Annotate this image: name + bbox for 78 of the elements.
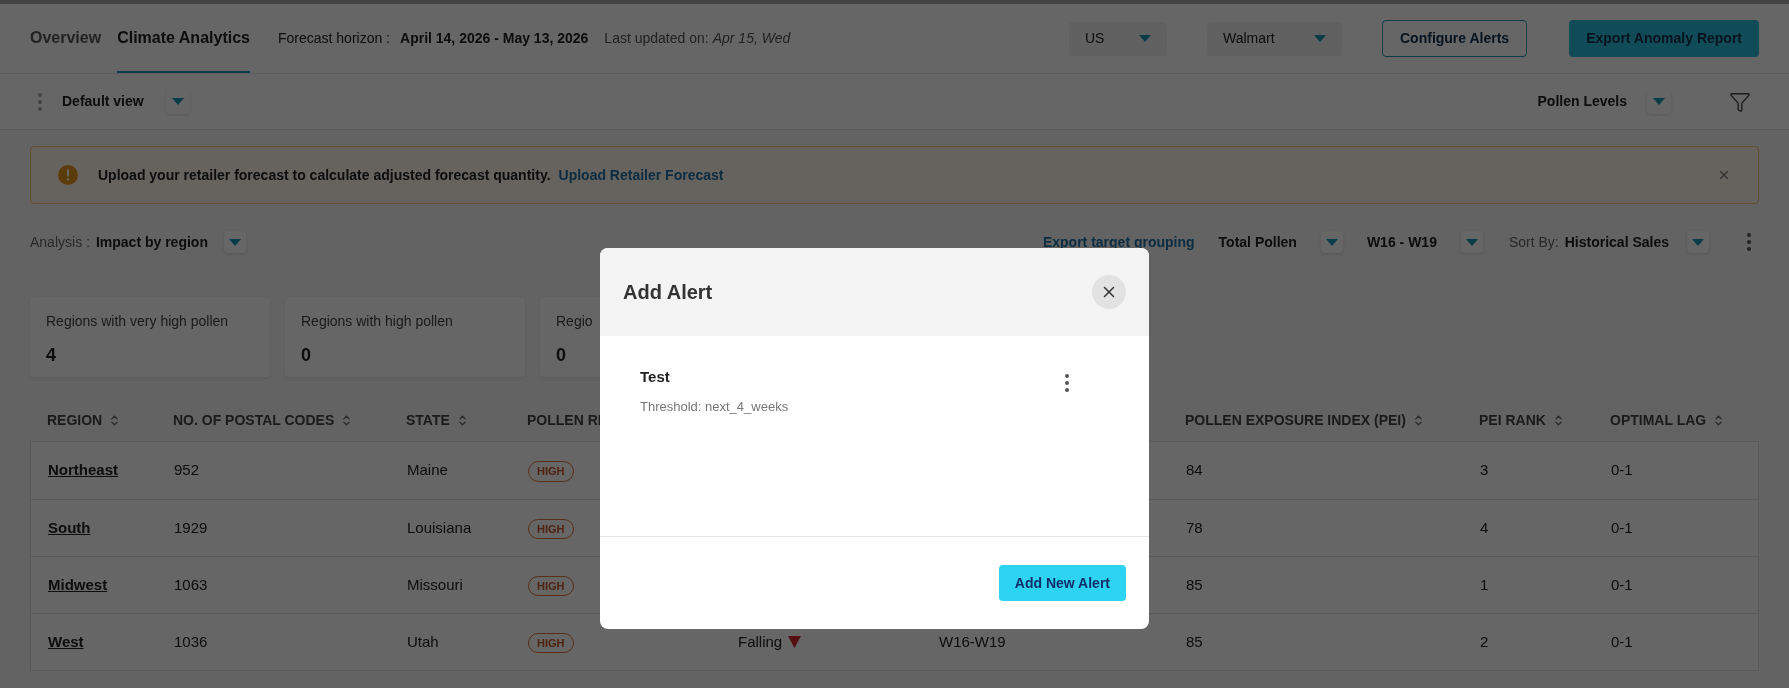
region-link[interactable]: Northeast xyxy=(48,459,174,482)
column-header: POLLEN EXPOSURE INDEX (PEI) xyxy=(1185,410,1406,430)
sort-label: Sort By: xyxy=(1508,232,1559,252)
table-cell-text: 1 xyxy=(1480,574,1490,595)
table-cell-text: 85 xyxy=(1186,574,1204,595)
banner-message: Upload your retailer forecast to calculate adjusted forecast quantity. xyxy=(98,165,551,185)
dropdown-caret[interactable] xyxy=(1647,89,1671,114)
alert-menu-icon[interactable] xyxy=(1065,374,1069,392)
table-cell-text: 1929 xyxy=(174,517,209,538)
table-cell-text: 4 xyxy=(1480,517,1490,538)
filter-dropdown[interactable]: Total Pollen xyxy=(1218,231,1297,253)
dropdown-caret[interactable] xyxy=(165,89,190,114)
alert-name: Test xyxy=(640,367,671,387)
dropdown-value: Walmart xyxy=(1223,29,1275,48)
forecast-range: April 14, 2026 - May 13, 2026 xyxy=(400,29,589,48)
drag-handle-icon[interactable] xyxy=(38,92,42,111)
dropdown-caret[interactable] xyxy=(1687,231,1709,253)
card-label: Regions with very high pollen xyxy=(46,312,229,331)
table-cell: W16-W19 xyxy=(939,632,1006,650)
table-cell-text: Maine xyxy=(407,460,449,481)
card-value: 4 xyxy=(46,344,57,367)
card-value: 0 xyxy=(301,344,312,367)
region-link[interactable]: West xyxy=(48,630,174,654)
card-label: Regions with high pollen xyxy=(301,312,453,331)
warning-icon xyxy=(58,165,78,185)
dropdown-caret[interactable] xyxy=(1460,231,1483,253)
table-cell-text: 1036 xyxy=(174,631,209,652)
card-label: Regio xyxy=(556,312,593,331)
export-report-button[interactable]: Export Anomaly Report xyxy=(1569,20,1759,57)
close-icon[interactable] xyxy=(1717,168,1731,182)
column-header: NO. OF POSTAL CODES xyxy=(173,410,335,430)
caret-icon xyxy=(1314,35,1326,42)
table-cell-text: 0-1 xyxy=(1611,574,1634,595)
upload-forecast-link[interactable]: Upload Retailer Forecast xyxy=(558,164,724,186)
add-new-alert-button[interactable]: Add New Alert xyxy=(998,565,1126,601)
column-header: STATE xyxy=(406,410,450,430)
table-cell-text: Missouri xyxy=(407,574,464,595)
table-cell-text: 3 xyxy=(1480,460,1490,481)
sort-value[interactable]: Historical Sales xyxy=(1564,231,1669,253)
dropdown-value: US xyxy=(1085,29,1105,48)
column-header: PEI RANK xyxy=(1479,410,1546,430)
column-header: REGION xyxy=(47,410,103,430)
more-options-icon[interactable] xyxy=(1747,233,1751,251)
analysis-value[interactable]: Impact by region xyxy=(95,231,208,253)
header-dropdown[interactable]: Walmart xyxy=(1207,21,1342,56)
alert-threshold: Threshold: next_4_weeks xyxy=(640,397,789,416)
last-updated-date: Apr 15, Wed xyxy=(712,29,791,48)
layer-selector[interactable]: Pollen Levels xyxy=(1537,91,1627,112)
table-cell-text: 952 xyxy=(174,460,201,481)
table-cell-text: 0-1 xyxy=(1611,517,1634,538)
region-link[interactable]: South xyxy=(48,516,174,540)
table-cell-text: Utah xyxy=(407,631,440,652)
table-cell-text: 84 xyxy=(1186,460,1204,481)
forecast-label: Forecast horizon : xyxy=(277,29,390,48)
header-dropdown[interactable]: US xyxy=(1069,21,1167,56)
region-link[interactable]: Midwest xyxy=(48,573,174,597)
table-cell-text: 0-1 xyxy=(1611,460,1634,481)
table-cell-text: 85 xyxy=(1186,631,1204,652)
trend-text: Falling xyxy=(738,631,783,652)
filter-icon[interactable] xyxy=(1729,90,1751,113)
close-button[interactable] xyxy=(1092,275,1126,309)
filter-dropdown[interactable]: W16 - W19 xyxy=(1366,231,1437,253)
caret-icon xyxy=(1139,35,1151,42)
table-cell-text: 1063 xyxy=(174,574,209,595)
table-cell-text: 78 xyxy=(1186,517,1204,538)
configure-alerts-button[interactable]: Configure Alerts xyxy=(1382,20,1528,57)
tab[interactable]: Overview xyxy=(30,4,102,73)
dropdown-caret[interactable] xyxy=(1320,231,1343,253)
dialog-title: Add Alert xyxy=(623,280,713,305)
dropdown-caret[interactable] xyxy=(223,231,246,253)
table-cell-text: Louisiana xyxy=(407,517,473,538)
last-updated-label: Last updated on: xyxy=(604,29,709,48)
table-cell-text: 2 xyxy=(1480,631,1490,652)
table-cell-text: 0-1 xyxy=(1611,631,1634,652)
analysis-label: Analysis : xyxy=(30,232,90,252)
column-header: OPTIMAL LAG xyxy=(1610,410,1707,430)
view-selector[interactable]: Default view xyxy=(62,91,144,112)
card-value: 0 xyxy=(556,344,567,367)
